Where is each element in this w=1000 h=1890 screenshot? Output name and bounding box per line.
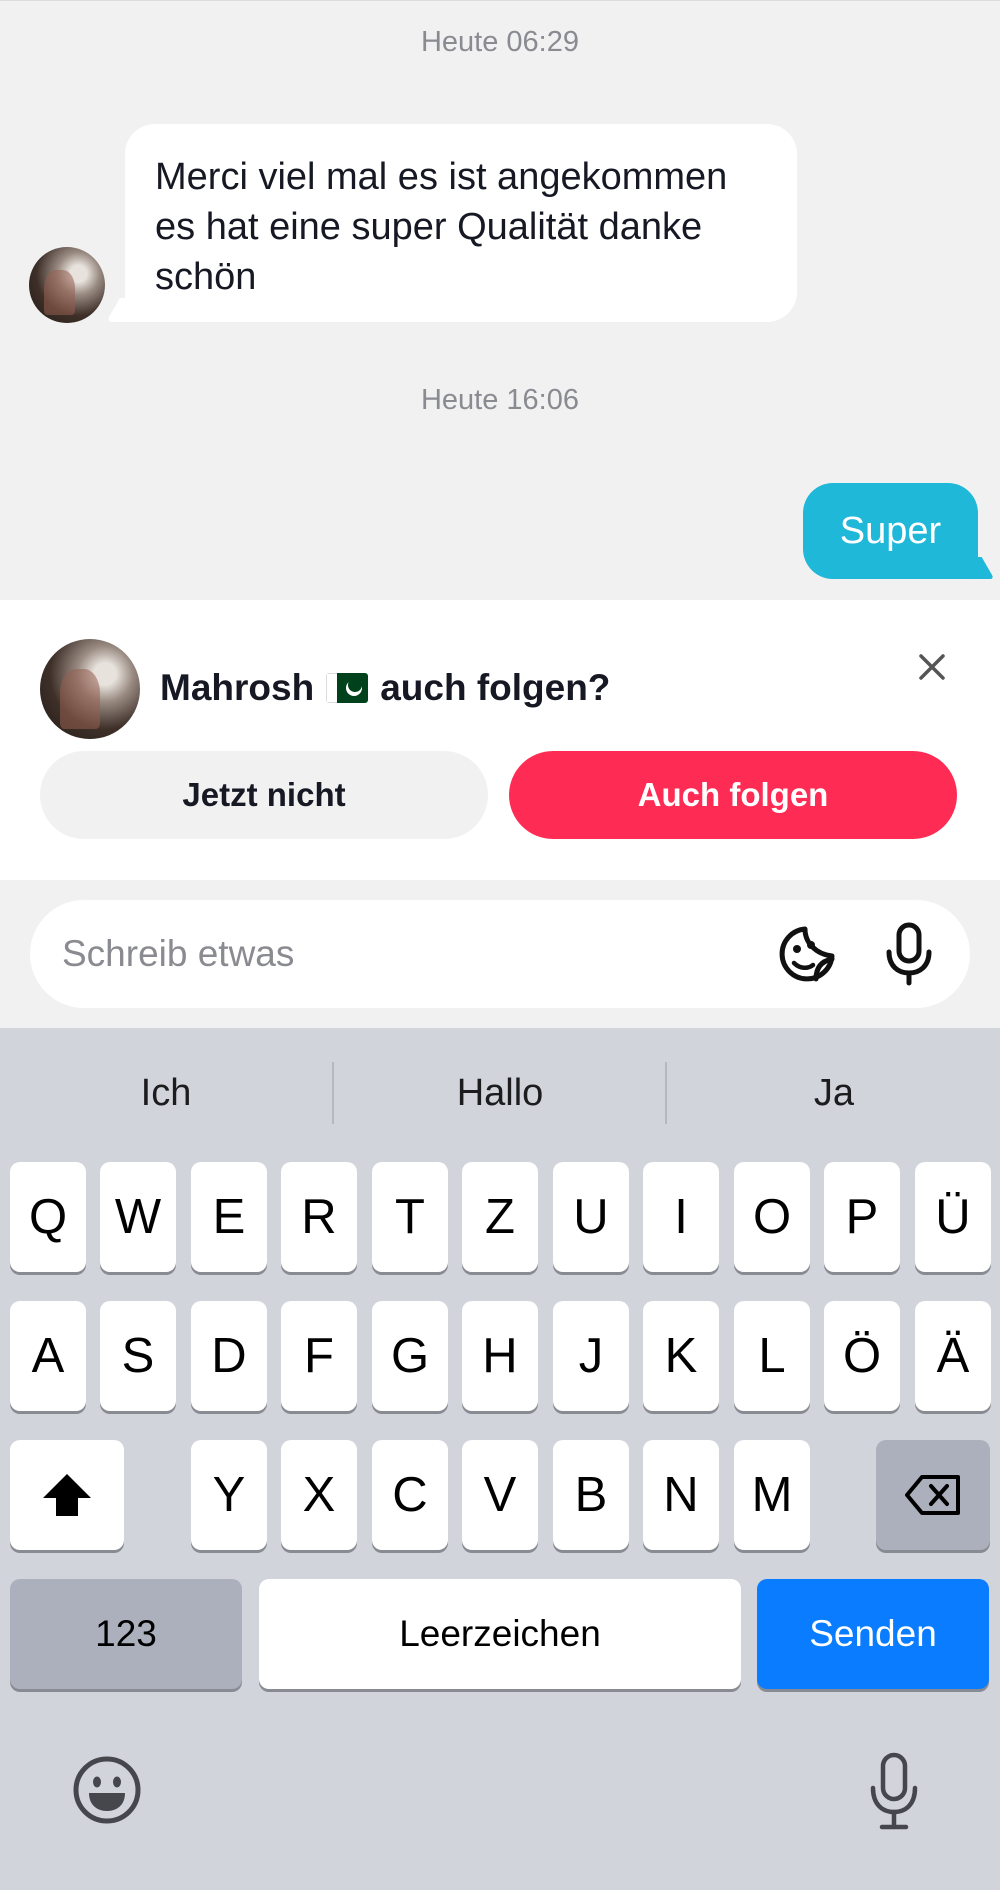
follow-user-name: Mahrosh bbox=[160, 667, 315, 708]
key-d[interactable]: D bbox=[191, 1301, 267, 1411]
microphone-icon[interactable] bbox=[882, 922, 936, 986]
keyboard: Ich Hallo Ja Q W E R T Z U I O P Ü A S D… bbox=[0, 1028, 1000, 1890]
key-c[interactable]: C bbox=[372, 1440, 448, 1550]
key-i[interactable]: I bbox=[643, 1162, 719, 1272]
key-b[interactable]: B bbox=[553, 1440, 629, 1550]
key-n[interactable]: N bbox=[643, 1440, 719, 1550]
key-s[interactable]: S bbox=[100, 1301, 176, 1411]
chat-thread: Heute 06:29 Merci viel mal es ist angeko… bbox=[0, 0, 1000, 600]
message-composer bbox=[30, 900, 970, 1008]
sender-avatar[interactable] bbox=[29, 247, 105, 323]
emoji-icon[interactable] bbox=[72, 1755, 142, 1825]
follow-prompt-suffix: auch folgen? bbox=[380, 667, 611, 708]
key-y[interactable]: Y bbox=[191, 1440, 267, 1550]
backspace-key[interactable] bbox=[876, 1440, 990, 1550]
suggestion-3[interactable]: Ja bbox=[668, 1028, 1000, 1158]
key-u[interactable]: U bbox=[553, 1162, 629, 1272]
key-z[interactable]: Z bbox=[462, 1162, 538, 1272]
key-t[interactable]: T bbox=[372, 1162, 448, 1272]
key-r[interactable]: R bbox=[281, 1162, 357, 1272]
key-m[interactable]: M bbox=[734, 1440, 810, 1550]
key-ue[interactable]: Ü bbox=[915, 1162, 991, 1272]
send-key[interactable]: Senden bbox=[757, 1579, 989, 1689]
suggestion-divider bbox=[665, 1062, 667, 1124]
key-h[interactable]: H bbox=[462, 1301, 538, 1411]
shift-icon bbox=[43, 1474, 91, 1516]
follow-back-button[interactable]: Auch folgen bbox=[509, 751, 957, 839]
message-input[interactable] bbox=[62, 928, 762, 980]
key-o[interactable]: O bbox=[734, 1162, 810, 1272]
key-a[interactable]: A bbox=[10, 1301, 86, 1411]
space-key[interactable]: Leerzeichen bbox=[259, 1579, 741, 1689]
close-icon[interactable] bbox=[912, 647, 952, 687]
key-v[interactable]: V bbox=[462, 1440, 538, 1550]
follow-user-avatar[interactable] bbox=[40, 639, 140, 739]
backspace-icon bbox=[905, 1475, 960, 1515]
dictation-mic-icon[interactable] bbox=[868, 1752, 920, 1832]
key-oe[interactable]: Ö bbox=[824, 1301, 900, 1411]
key-e[interactable]: E bbox=[191, 1162, 267, 1272]
key-x[interactable]: X bbox=[281, 1440, 357, 1550]
shift-key[interactable] bbox=[10, 1440, 124, 1550]
key-g[interactable]: G bbox=[372, 1301, 448, 1411]
incoming-message-bubble[interactable]: Merci viel mal es ist angekommen es hat … bbox=[125, 124, 797, 322]
key-q[interactable]: Q bbox=[10, 1162, 86, 1272]
key-j[interactable]: J bbox=[553, 1301, 629, 1411]
pakistan-flag-icon bbox=[326, 673, 369, 703]
key-p[interactable]: P bbox=[824, 1162, 900, 1272]
key-w[interactable]: W bbox=[100, 1162, 176, 1272]
timestamp: Heute 16:06 bbox=[420, 384, 579, 416]
suggestion-2[interactable]: Hallo bbox=[334, 1028, 666, 1158]
key-l[interactable]: L bbox=[734, 1301, 810, 1411]
sticker-icon[interactable] bbox=[776, 923, 838, 985]
key-k[interactable]: K bbox=[643, 1301, 719, 1411]
follow-prompt-text: Mahrosh auch folgen? bbox=[160, 667, 610, 709]
suggestion-1[interactable]: Ich bbox=[0, 1028, 332, 1158]
numbers-key[interactable]: 123 bbox=[10, 1579, 242, 1689]
key-f[interactable]: F bbox=[281, 1301, 357, 1411]
not-now-button[interactable]: Jetzt nicht bbox=[40, 751, 488, 839]
key-ae[interactable]: Ä bbox=[915, 1301, 991, 1411]
outgoing-message-bubble[interactable]: Super bbox=[803, 483, 978, 579]
timestamp: Heute 06:29 bbox=[420, 26, 579, 58]
